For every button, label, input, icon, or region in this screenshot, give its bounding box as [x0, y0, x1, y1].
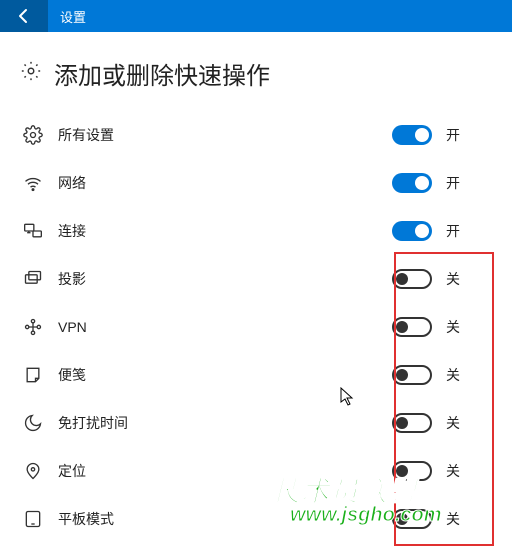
state-network: 开: [446, 173, 466, 193]
row-location: 定位 关: [20, 447, 492, 495]
arrow-left-icon: [16, 8, 32, 24]
toggle-network[interactable]: [392, 173, 432, 193]
toggle-location[interactable]: [392, 461, 432, 481]
row-label-quiet-hours: 免打扰时间: [58, 413, 392, 433]
toggle-vpn[interactable]: [392, 317, 432, 337]
state-project: 关: [446, 269, 466, 289]
page-title: 添加或删除快速操作: [54, 56, 270, 91]
row-label-project: 投影: [58, 269, 392, 289]
toggle-connect[interactable]: [392, 221, 432, 241]
row-quiet-hours: 免打扰时间 关: [20, 399, 492, 447]
state-tablet-mode: 关: [446, 509, 466, 529]
row-tablet-mode: 平板模式 关: [20, 495, 492, 543]
page-header: 添加或删除快速操作: [20, 56, 492, 91]
back-button[interactable]: [0, 0, 48, 32]
state-connect: 开: [446, 221, 466, 241]
toggle-project[interactable]: [392, 269, 432, 289]
state-quiet-hours: 关: [446, 413, 466, 433]
tablet-icon: [20, 509, 46, 529]
project-icon: [20, 269, 46, 289]
moon-icon: [20, 413, 46, 433]
settings-icon: [20, 125, 46, 145]
row-label-vpn: VPN: [58, 319, 392, 335]
row-label-tablet-mode: 平板模式: [58, 509, 392, 529]
vpn-icon: [20, 317, 46, 337]
titlebar: 设置: [0, 0, 512, 32]
toggle-tablet-mode[interactable]: [392, 509, 432, 529]
row-label-connect: 连接: [58, 221, 392, 241]
row-label-all-settings: 所有设置: [58, 125, 392, 145]
toggle-all-settings[interactable]: [392, 125, 432, 145]
page-content: 添加或删除快速操作 所有设置 开 网络 开 连接 开: [0, 32, 512, 543]
row-label-location: 定位: [58, 461, 392, 481]
state-note: 关: [446, 365, 466, 385]
location-icon: [20, 461, 46, 481]
state-all-settings: 开: [446, 125, 466, 145]
row-label-network: 网络: [58, 173, 392, 193]
row-label-note: 便笺: [58, 365, 392, 385]
row-vpn: VPN 关: [20, 303, 492, 351]
row-connect: 连接 开: [20, 207, 492, 255]
state-vpn: 关: [446, 317, 466, 337]
row-note: 便笺 关: [20, 351, 492, 399]
gear-icon: [20, 60, 42, 87]
state-location: 关: [446, 461, 466, 481]
titlebar-title: 设置: [60, 7, 86, 26]
row-network: 网络 开: [20, 159, 492, 207]
note-icon: [20, 365, 46, 385]
wifi-icon: [20, 173, 46, 193]
toggle-quiet-hours[interactable]: [392, 413, 432, 433]
connect-icon: [20, 221, 46, 241]
row-all-settings: 所有设置 开: [20, 111, 492, 159]
toggle-note[interactable]: [392, 365, 432, 385]
row-project: 投影 关: [20, 255, 492, 303]
